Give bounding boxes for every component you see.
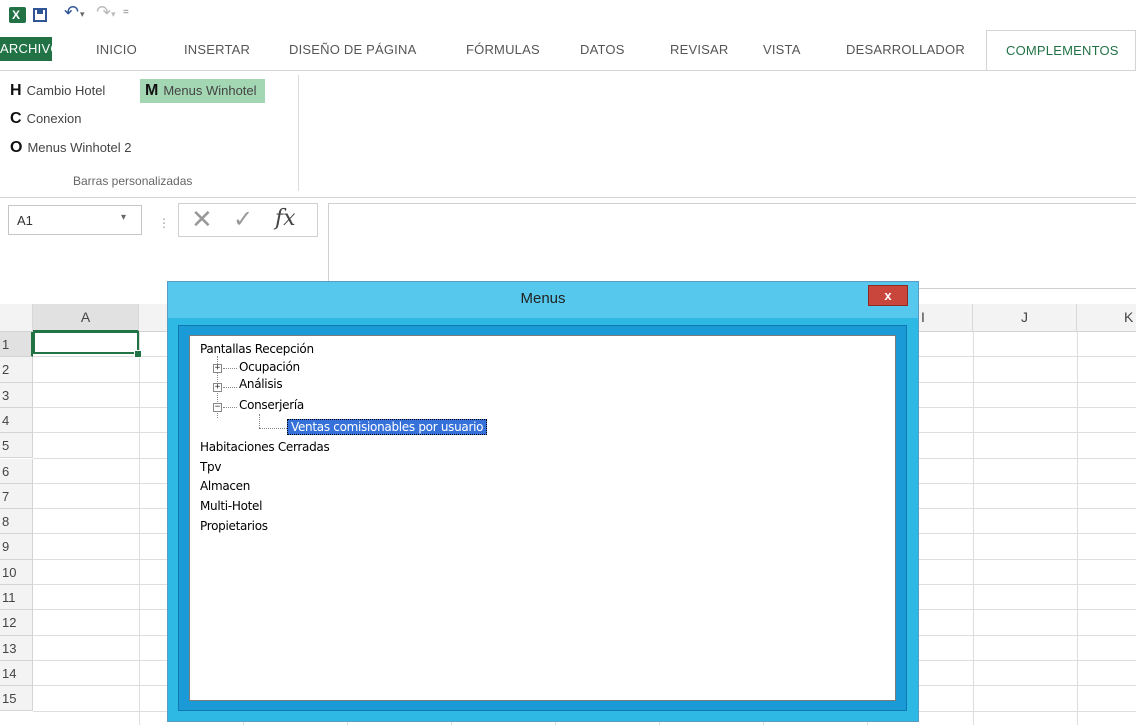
tree-node-ocupacion[interactable]: Ocupación	[239, 360, 300, 374]
gridline-vertical	[1077, 332, 1078, 725]
excel-app-icon-letter: X	[12, 8, 21, 22]
row-header[interactable]: 2	[0, 357, 33, 383]
cambio-hotel-button[interactable]: H Cambio Hotel	[10, 79, 105, 103]
name-box-value: A1	[17, 213, 33, 228]
tab-formulas[interactable]: FÓRMULAS	[466, 42, 540, 57]
expand-icon[interactable]: +	[213, 383, 222, 392]
tab-insertar[interactable]: INSERTAR	[184, 42, 250, 57]
menus-winhotel-label: Menus Winhotel	[163, 83, 257, 98]
cancel-icon[interactable]: ✕	[191, 204, 213, 235]
menus-winhotel-2-key: O	[10, 139, 23, 156]
formula-bar: A1 ▾ ⋮ ✕ ✓ fx	[0, 198, 1136, 290]
close-button[interactable]: x	[868, 285, 908, 306]
tab-archivo[interactable]: ARCHIVO	[0, 37, 60, 61]
column-header-k[interactable]: K	[1077, 304, 1136, 331]
ribbon-complementos: H Cambio Hotel M Menus Winhotel C Conexion …	[0, 70, 1136, 198]
row-header[interactable]: 9	[0, 534, 33, 560]
dialog-content-frame: Pantallas Recepción + Ocupación + Anális…	[178, 325, 907, 711]
column-header-j[interactable]: J	[973, 304, 1077, 331]
tree-node-pantallas-recepcion[interactable]: Pantallas Recepción	[200, 342, 314, 356]
dialog-titlebar[interactable]: Menus x	[168, 282, 918, 318]
conexion-label: Conexion	[26, 111, 82, 126]
redo-icon[interactable]: ↷	[96, 2, 111, 22]
insert-function-icon[interactable]: fx	[275, 206, 296, 231]
tree-connector	[259, 414, 260, 428]
enter-icon[interactable]: ✓	[233, 205, 253, 234]
tree-node-almacen[interactable]: Almacen	[200, 479, 250, 493]
tree-connector	[223, 387, 237, 388]
menus-winhotel-2-label: Menus Winhotel 2	[27, 140, 132, 155]
collapse-icon[interactable]: −	[213, 403, 222, 412]
tree-connector	[223, 407, 237, 408]
row-header[interactable]: 12	[0, 610, 33, 636]
tree-node-habitaciones-cerradas[interactable]: Habitaciones Cerradas	[200, 440, 330, 454]
menus-winhotel-2-button[interactable]: O Menus Winhotel 2	[10, 136, 132, 160]
row-header[interactable]: 7	[0, 483, 33, 510]
tree-node-ventas-comisionables[interactable]: Ventas comisionables por usuario	[287, 419, 488, 435]
active-cell-a1[interactable]	[33, 331, 139, 354]
formula-buttons: ✕ ✓ fx	[178, 203, 318, 237]
row-header[interactable]: 6	[0, 458, 33, 484]
tree-node-tpv[interactable]: Tpv	[200, 460, 221, 474]
menus-winhotel-key: M	[145, 82, 159, 99]
tree-node-propietarios[interactable]: Propietarios	[200, 519, 268, 533]
gridline-vertical	[973, 332, 974, 725]
row-header[interactable]: 14	[0, 660, 33, 687]
tab-desarrollador[interactable]: DESARROLLADOR	[846, 42, 965, 57]
tab-vista[interactable]: VISTA	[763, 42, 801, 57]
ribbon-group-label: Barras personalizadas	[73, 174, 193, 188]
tab-complementos-label: COMPLEMENTOS	[1006, 43, 1119, 58]
resize-handle-icon[interactable]: ⋮	[158, 216, 170, 230]
customize-toolbar-icon[interactable]: =	[123, 7, 129, 25]
menus-dialog: Menus x Pantallas Recepción + Ocupación …	[167, 281, 919, 722]
cambio-hotel-key: H	[10, 82, 22, 99]
redo-dropdown-icon[interactable]: ▾	[111, 9, 116, 27]
undo-dropdown-icon[interactable]: ▾	[80, 9, 85, 27]
tree-node-analisis[interactable]: Análisis	[239, 377, 283, 391]
row-header[interactable]: 3	[0, 382, 33, 408]
row-header[interactable]: 11	[0, 585, 33, 611]
row-header[interactable]: 13	[0, 635, 33, 661]
conexion-key: C	[10, 110, 22, 127]
row-header[interactable]: 8	[0, 509, 33, 535]
save-icon[interactable]	[33, 8, 47, 22]
quick-access-toolbar: X ↶ ▾ ↷ ▾ =	[0, 0, 1136, 30]
row-header[interactable]: 15	[0, 686, 33, 712]
menus-winhotel-button[interactable]: M Menus Winhotel	[140, 79, 265, 103]
tree-node-conserjeria[interactable]: Conserjería	[239, 398, 304, 412]
fill-handle[interactable]	[134, 350, 142, 358]
tab-complementos[interactable]: COMPLEMENTOS	[986, 30, 1136, 70]
row-header[interactable]: 1	[0, 332, 33, 358]
dialog-title: Menus	[520, 290, 566, 307]
formula-input[interactable]	[328, 203, 1136, 289]
tree-node-multi-hotel[interactable]: Multi-Hotel	[200, 499, 262, 513]
cambio-hotel-label: Cambio Hotel	[26, 83, 106, 98]
tab-revisar[interactable]: REVISAR	[670, 42, 728, 57]
ribbon-group-separator	[298, 75, 299, 191]
row-header[interactable]: 4	[0, 407, 33, 434]
undo-icon[interactable]: ↶	[64, 2, 79, 22]
tree-connector	[259, 428, 287, 429]
expand-icon[interactable]: +	[213, 364, 222, 373]
row-header[interactable]: 10	[0, 559, 33, 585]
tree-connector	[223, 368, 237, 369]
excel-app-icon[interactable]: X	[9, 7, 26, 23]
conexion-button[interactable]: C Conexion	[10, 107, 82, 131]
tab-inicio[interactable]: INICIO	[96, 42, 137, 57]
chevron-down-icon[interactable]: ▾	[121, 212, 126, 223]
menu-tree[interactable]: Pantallas Recepción + Ocupación + Anális…	[189, 335, 896, 701]
select-all-corner[interactable]	[0, 304, 33, 331]
tab-diseno-de-pagina[interactable]: DISEÑO DE PÁGINA	[289, 42, 416, 57]
ribbon-tabs: ARCHIVO INICIO INSERTAR DISEÑO DE PÁGINA…	[0, 30, 1136, 70]
tab-datos[interactable]: DATOS	[580, 42, 625, 57]
name-box[interactable]: A1 ▾	[8, 205, 142, 235]
column-header-a[interactable]: A	[33, 304, 139, 332]
gridline-vertical	[139, 332, 140, 725]
row-header[interactable]: 5	[0, 433, 33, 459]
